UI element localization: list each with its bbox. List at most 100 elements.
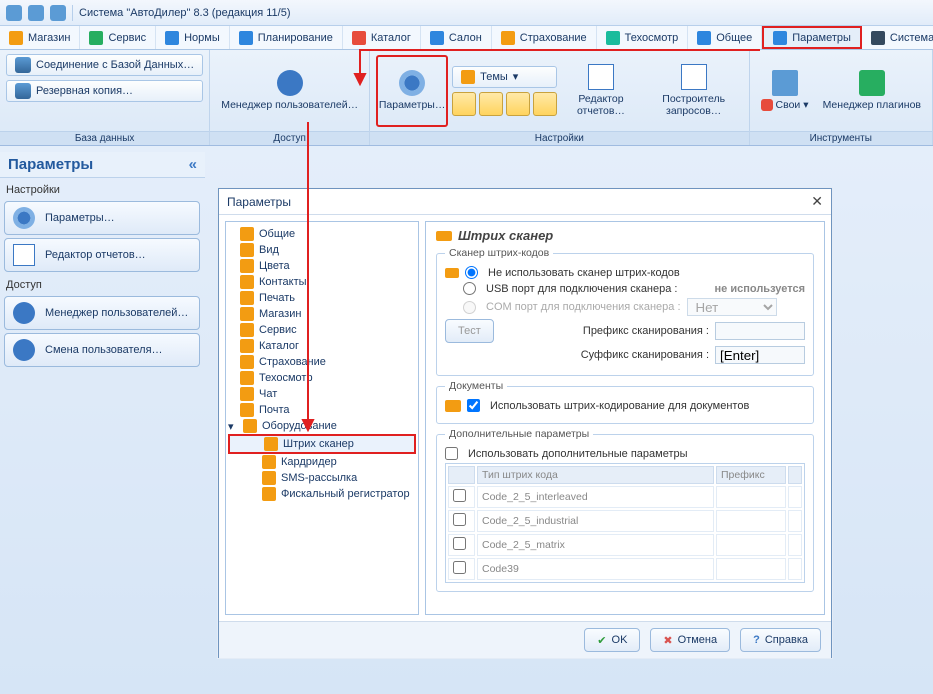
chk-extra-label: Использовать дополнительные параметры [468,448,688,460]
expand-icon[interactable]: ▾ [228,420,238,433]
theme-preset-2[interactable] [479,92,503,116]
tab-8[interactable]: Общее [688,26,762,49]
tree-item[interactable]: Чат [228,386,416,402]
chk-documents[interactable] [467,399,480,412]
tree-child-item[interactable]: Штрих сканер [228,434,416,454]
parameters-button[interactable]: Параметры… [376,55,448,127]
tree-item[interactable]: Общие [228,226,416,242]
tab-6[interactable]: Страхование [492,26,597,49]
tree-item[interactable]: Печать [228,290,416,306]
extra-legend: Дополнительные параметры [445,428,593,440]
tree-icon [243,419,257,433]
side-btn-user-manager[interactable]: Менеджер пользователей… [4,296,200,330]
query-icon [681,64,707,90]
themes-button[interactable]: Темы ▾ [452,66,557,88]
gear-icon [13,207,35,229]
tab-3[interactable]: Планирование [230,26,343,49]
check-icon: ✔ [597,634,606,647]
db-backup-button[interactable]: Резервная копия… [6,80,203,102]
row-check[interactable] [453,489,466,502]
tab-7[interactable]: Техосмотр [597,26,689,49]
tree-item[interactable]: Вид [228,242,416,258]
table-row: Code_2_5_matrix [448,534,802,556]
ribbon-caption-settings: Настройки [370,131,748,145]
table-row: Code_2_5_interleaved [448,486,802,508]
help-icon: ? [753,634,760,646]
radio-none-label: Не использовать сканер штрих-кодов [488,267,680,279]
quick-icon-1[interactable] [28,5,44,21]
side-btn-parameters[interactable]: Параметры… [4,201,200,235]
radio-usb[interactable] [463,282,476,295]
ok-button[interactable]: ✔ OK [584,628,640,652]
row-check[interactable] [453,561,466,574]
theme-preset-4[interactable] [533,92,557,116]
tree-item[interactable]: Цвета [228,258,416,274]
user-manager-button[interactable]: Менеджер пользователей… [216,55,363,127]
tab-icon [871,31,885,45]
tree-item[interactable]: Техосмотр [228,370,416,386]
prefix-input[interactable] [715,322,805,340]
tree-item[interactable]: Страхование [228,354,416,370]
tree-icon [262,487,276,501]
plugin-manager-button[interactable]: Менеджер плагинов [818,55,926,127]
row-check[interactable] [453,537,466,550]
theme-preset-3[interactable] [506,92,530,116]
side-btn-report-editor[interactable]: Редактор отчетов… [4,238,200,272]
documents-legend: Документы [445,380,507,392]
db-connection-button[interactable]: Соединение с Базой Данных… [6,54,203,76]
tab-icon [773,31,787,45]
tab-0[interactable]: Магазин [0,26,80,49]
ribbon-group-tools: Свои ▾ Менеджер плагинов Инструменты [750,50,933,145]
tree-item[interactable]: ▾Оборудование [228,418,416,434]
grid-icon [772,70,798,96]
tree-child-item[interactable]: SMS-рассылка [228,470,416,486]
tree-item[interactable]: Магазин [228,306,416,322]
tree-item[interactable]: Каталог [228,338,416,354]
chk-documents-label: Использовать штрих-кодирование для докум… [490,400,749,412]
tab-icon [430,31,444,45]
tree-child-item[interactable]: Кардридер [228,454,416,470]
barcode-small-icon [445,268,459,278]
settings-tree[interactable]: ОбщиеВидЦветаКонтактыПечатьМагазинСервис… [225,221,419,615]
tree-item[interactable]: Почта [228,402,416,418]
chk-extra[interactable] [445,447,458,460]
theme-preset-1[interactable] [452,92,476,116]
tab-5[interactable]: Салон [421,26,492,49]
collapse-icon[interactable] [189,156,197,173]
side-group-settings: Настройки [4,180,201,198]
tree-item[interactable]: Сервис [228,322,416,338]
test-button[interactable]: Тест [445,319,494,343]
favorites-button[interactable]: Свои ▾ [756,55,814,127]
dialog-title-bar: Параметры [219,189,831,215]
tab-10[interactable]: Система [862,26,933,49]
form-heading: Штрих сканер [436,228,814,243]
tree-icon [240,291,254,305]
tab-4[interactable]: Каталог [343,26,421,49]
doc-icon [13,244,35,266]
table-row: Code_2_5_industrial [448,510,802,532]
user-icon [277,70,303,96]
row-check[interactable] [453,513,466,526]
tree-item[interactable]: Контакты [228,274,416,290]
tab-9[interactable]: Параметры [762,26,862,49]
suffix-input[interactable] [715,346,805,364]
tab-icon [501,31,515,45]
ribbon-caption-tools: Инструменты [750,131,932,145]
settings-form: Штрих сканер Сканер штрих-кодов Не испол… [425,221,825,615]
tree-icon [240,339,254,353]
close-icon[interactable] [811,193,823,210]
report-editor-button[interactable]: Редактор отчетов… [561,55,641,127]
quick-icon-2[interactable] [50,5,66,21]
ribbon: Соединение с Базой Данных… Резервная коп… [0,50,933,146]
tab-1[interactable]: Сервис [80,26,156,49]
tab-icon [9,31,23,45]
module-tabs: МагазинСервисНормыПланированиеКаталогСал… [0,26,933,50]
tree-child-item[interactable]: Фискальный регистратор [228,486,416,502]
cancel-button[interactable]: ✖ Отмена [650,628,730,652]
side-btn-switch-user[interactable]: Смена пользователя… [4,333,200,367]
radio-none[interactable] [465,266,478,279]
help-button[interactable]: ? Справка [740,628,821,652]
tab-2[interactable]: Нормы [156,26,230,49]
ribbon-group-db: Соединение с Базой Данных… Резервная коп… [0,50,210,145]
query-builder-button[interactable]: Построитель запросов… [645,55,743,127]
